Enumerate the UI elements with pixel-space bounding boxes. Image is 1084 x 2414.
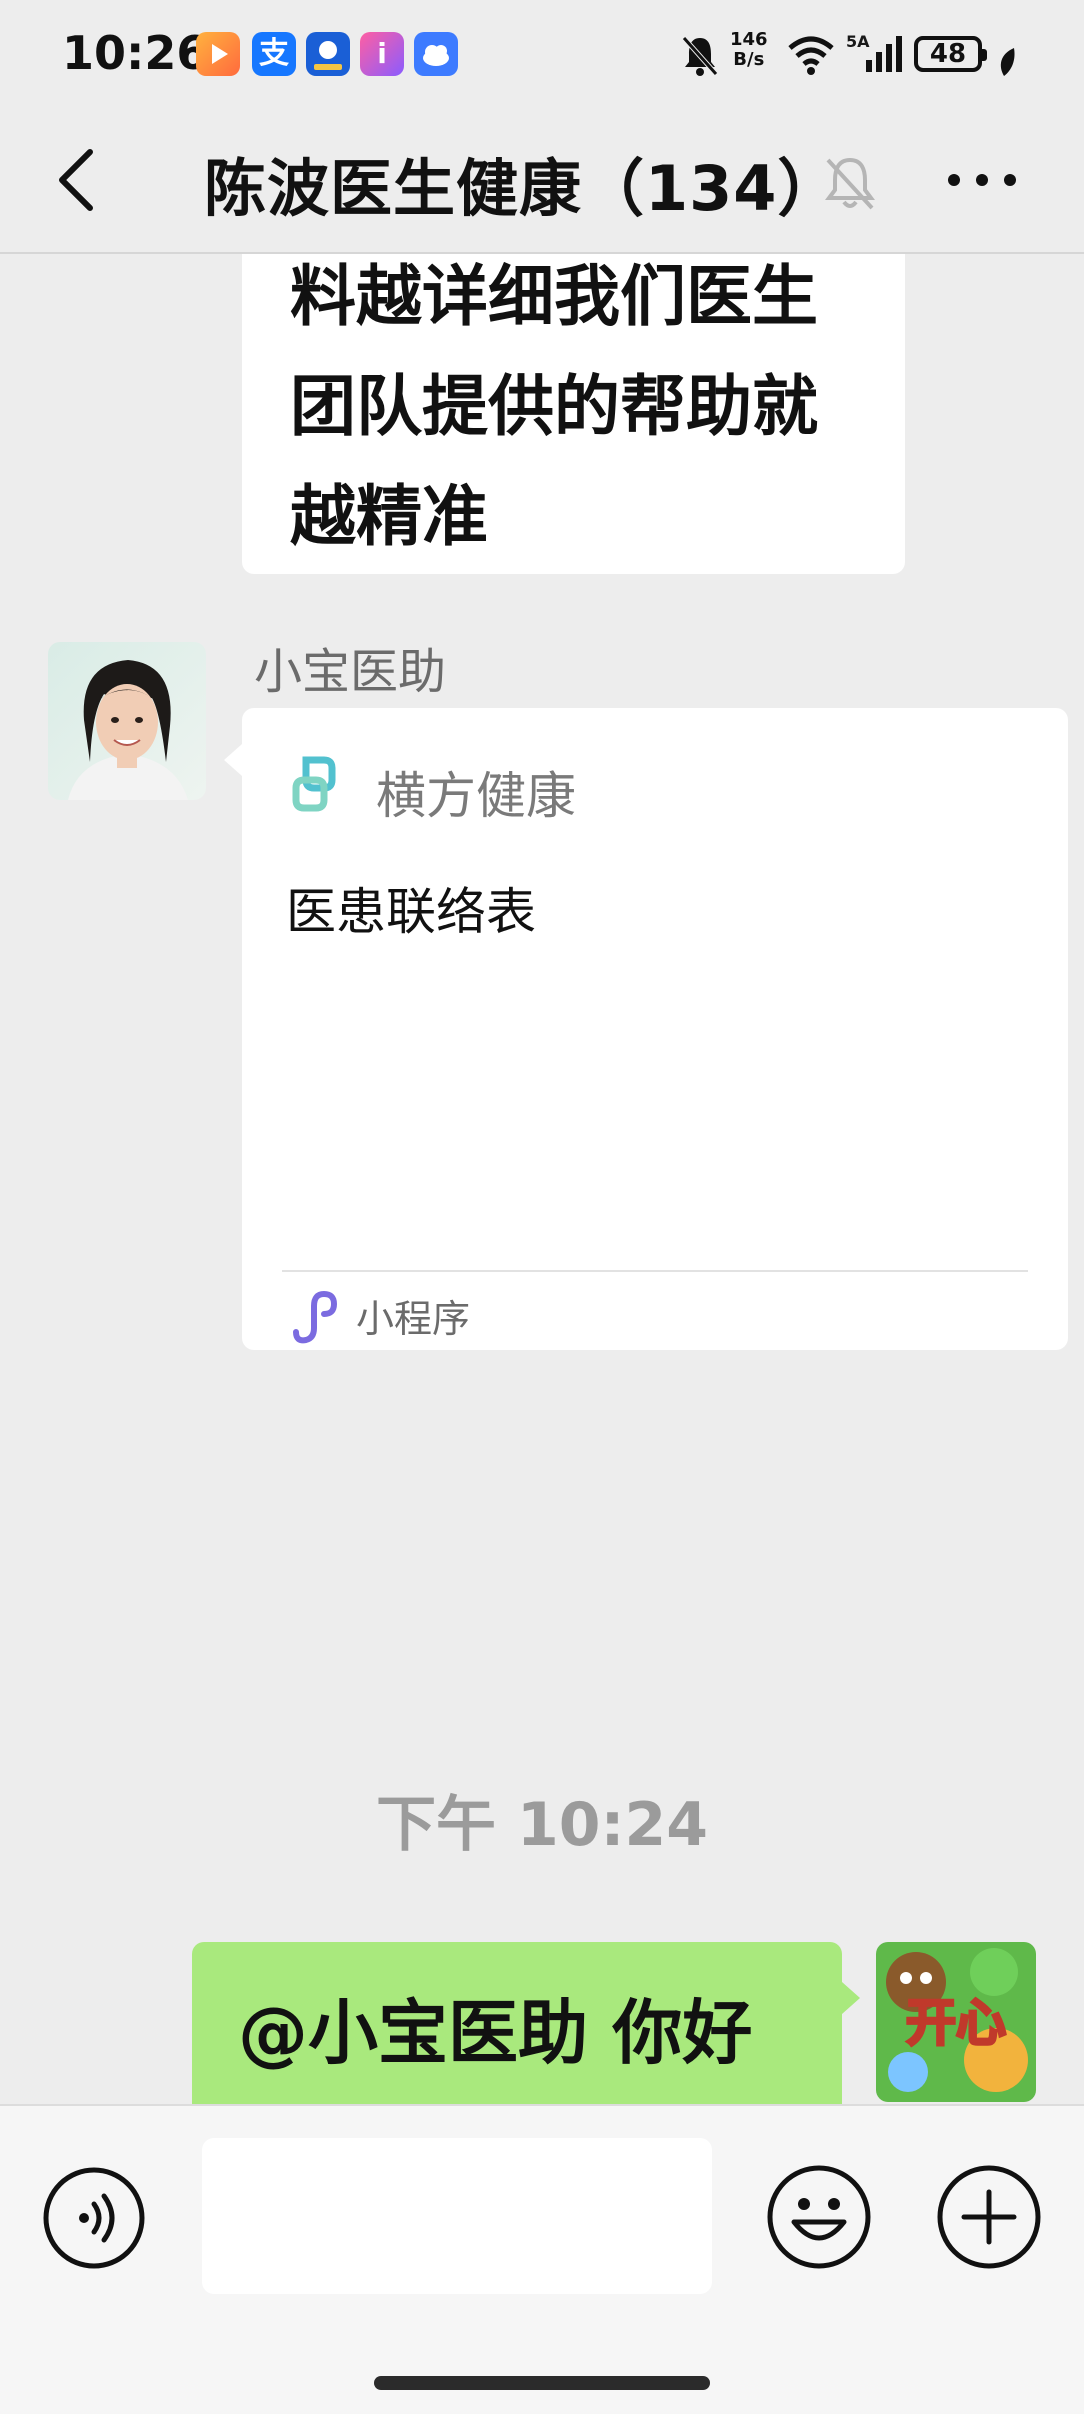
mini-program-label: 小程序 (356, 1297, 471, 1341)
message-input[interactable] (202, 2138, 712, 2294)
divider (282, 1270, 1028, 1272)
home-indicator[interactable] (374, 2376, 710, 2390)
back-icon[interactable] (46, 144, 116, 214)
muted-bell-icon (825, 157, 875, 210)
input-bar (0, 2104, 1084, 2414)
emoji-icon[interactable] (764, 2162, 874, 2272)
video-app-icon (196, 32, 240, 76)
leaf-icon (1000, 48, 1015, 76)
my-avatar[interactable]: 开心 (876, 1942, 1036, 2102)
sender-name: 小宝医助 (254, 644, 447, 700)
itab-icon: i (360, 32, 404, 76)
message-bubble-previous[interactable]: 料越详细我们医生团队提供的帮助就越精准 (242, 254, 905, 574)
my-message-text: @小宝医助 你好 想问一下该 (238, 1992, 753, 2104)
alipay-icon: 支 (252, 32, 296, 76)
signal-icon (866, 36, 902, 72)
mini-program-title: 医患联络表 (286, 883, 536, 941)
chat-title: 陈波医生健康（134） (204, 152, 841, 225)
net-speed-unit: B/s (733, 49, 765, 70)
net-speed-value: 146 (730, 29, 768, 50)
mini-program-app-name: 横方健康 (376, 767, 576, 825)
bank-app-icon (306, 32, 350, 76)
status-bar: 10:26 支 i 146 B/s 5A 48 (0, 0, 1084, 110)
battery-icon: 48 (914, 36, 987, 72)
chat-messages[interactable]: 料越详细我们医生团队提供的帮助就越精准 小宝医助 横方健康 医患联络表 小程序 … (0, 254, 1084, 2104)
my-message-bubble[interactable]: @小宝医助 你好 想问一下该 (192, 1942, 860, 2104)
status-time: 10:26 (62, 26, 209, 80)
hengfang-logo-icon (292, 756, 336, 812)
my-avatar-text: 开心 (906, 1994, 1006, 2052)
more-icon[interactable] (942, 160, 1022, 200)
mini-program-icon (293, 1290, 338, 1344)
chat-header: 陈波医生健康（134） (0, 110, 1084, 254)
mute-bell-icon (682, 36, 718, 76)
mini-program-card[interactable]: 横方健康 医患联络表 小程序 (224, 708, 1068, 1350)
message-text: 料越详细我们医生团队提供的帮助就越精准 (290, 258, 818, 555)
net-speed: 146 B/s (730, 30, 768, 70)
voice-icon[interactable] (40, 2164, 148, 2272)
plus-icon[interactable] (934, 2162, 1044, 2272)
message-timestamp: 下午 10:24 (376, 1790, 708, 1860)
wifi-icon (788, 36, 834, 75)
sender-avatar[interactable] (48, 642, 206, 800)
cloud-icon (414, 32, 458, 76)
